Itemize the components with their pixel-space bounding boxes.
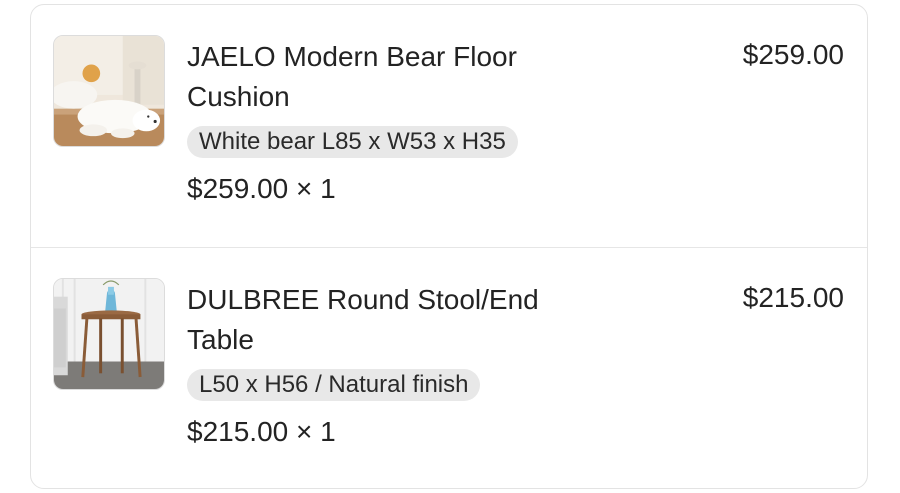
end-table-image	[54, 279, 164, 389]
order-summary-card: JAELO Modern Bear Floor Cushion White be…	[30, 4, 868, 489]
product-title[interactable]: JAELO Modern Bear Floor Cushion	[187, 37, 607, 117]
line-item: DULBREE Round Stool/End Table L50 x H56 …	[31, 248, 867, 490]
unit-price-quantity: $259.00 × 1	[187, 173, 336, 204]
bear-cushion-image	[54, 36, 164, 146]
product-title[interactable]: DULBREE Round Stool/End Table	[187, 280, 607, 360]
line-item: JAELO Modern Bear Floor Cushion White be…	[31, 5, 867, 247]
product-thumbnail[interactable]	[53, 278, 165, 390]
variant-badge: White bear L85 x W53 x H35	[187, 126, 518, 158]
unit-price-quantity: $215.00 × 1	[187, 416, 336, 447]
line-total-price: $215.00	[742, 282, 844, 313]
line-total-price: $259.00	[742, 39, 844, 70]
product-thumbnail[interactable]	[53, 35, 165, 147]
variant-badge: L50 x H56 / Natural finish	[187, 369, 481, 401]
